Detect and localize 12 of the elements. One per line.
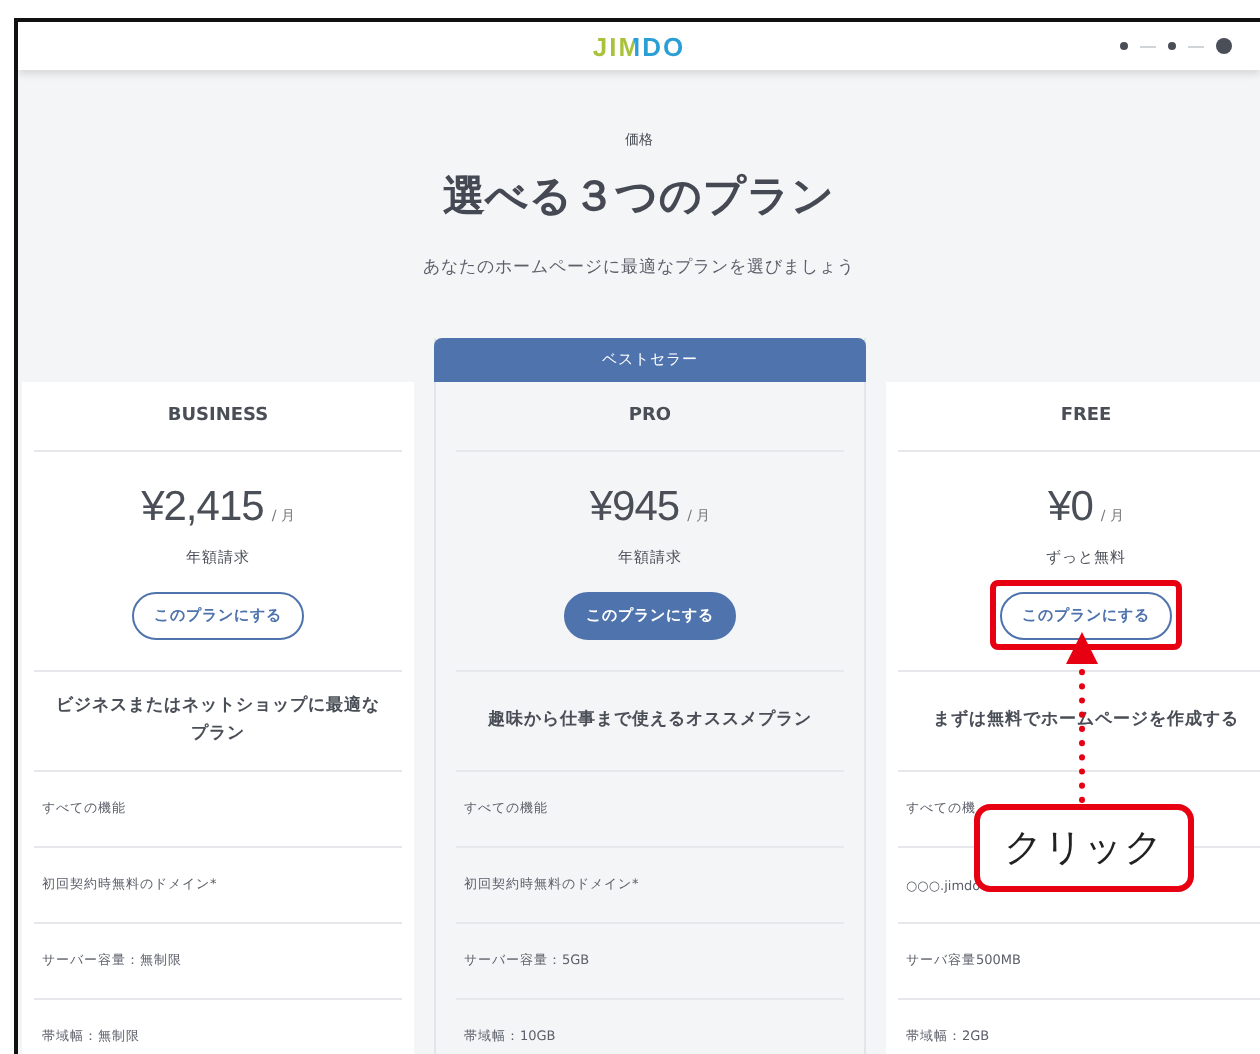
plan-price: ¥945 bbox=[589, 484, 680, 532]
plan-description: ビジネスまたはネットショップに最適なプラン bbox=[34, 672, 402, 772]
plan-name: BUSINESS bbox=[34, 382, 402, 452]
logo: JIMDO bbox=[592, 31, 686, 61]
plan-price: ¥2,415 bbox=[141, 484, 264, 532]
page-subtitle: あなたのホームページに最適なプランを選びましょう bbox=[423, 256, 855, 280]
plan-description: まずは無料でホームページを作成する bbox=[898, 672, 1260, 772]
plan-description: 趣味から仕事まで使えるオススメプラン bbox=[456, 672, 844, 772]
plan-price: ¥0 bbox=[1048, 484, 1093, 532]
plan-name: FREE bbox=[898, 382, 1260, 452]
plan-name: PRO bbox=[456, 382, 844, 452]
page-title: 選べる３つのプラン bbox=[443, 170, 835, 224]
